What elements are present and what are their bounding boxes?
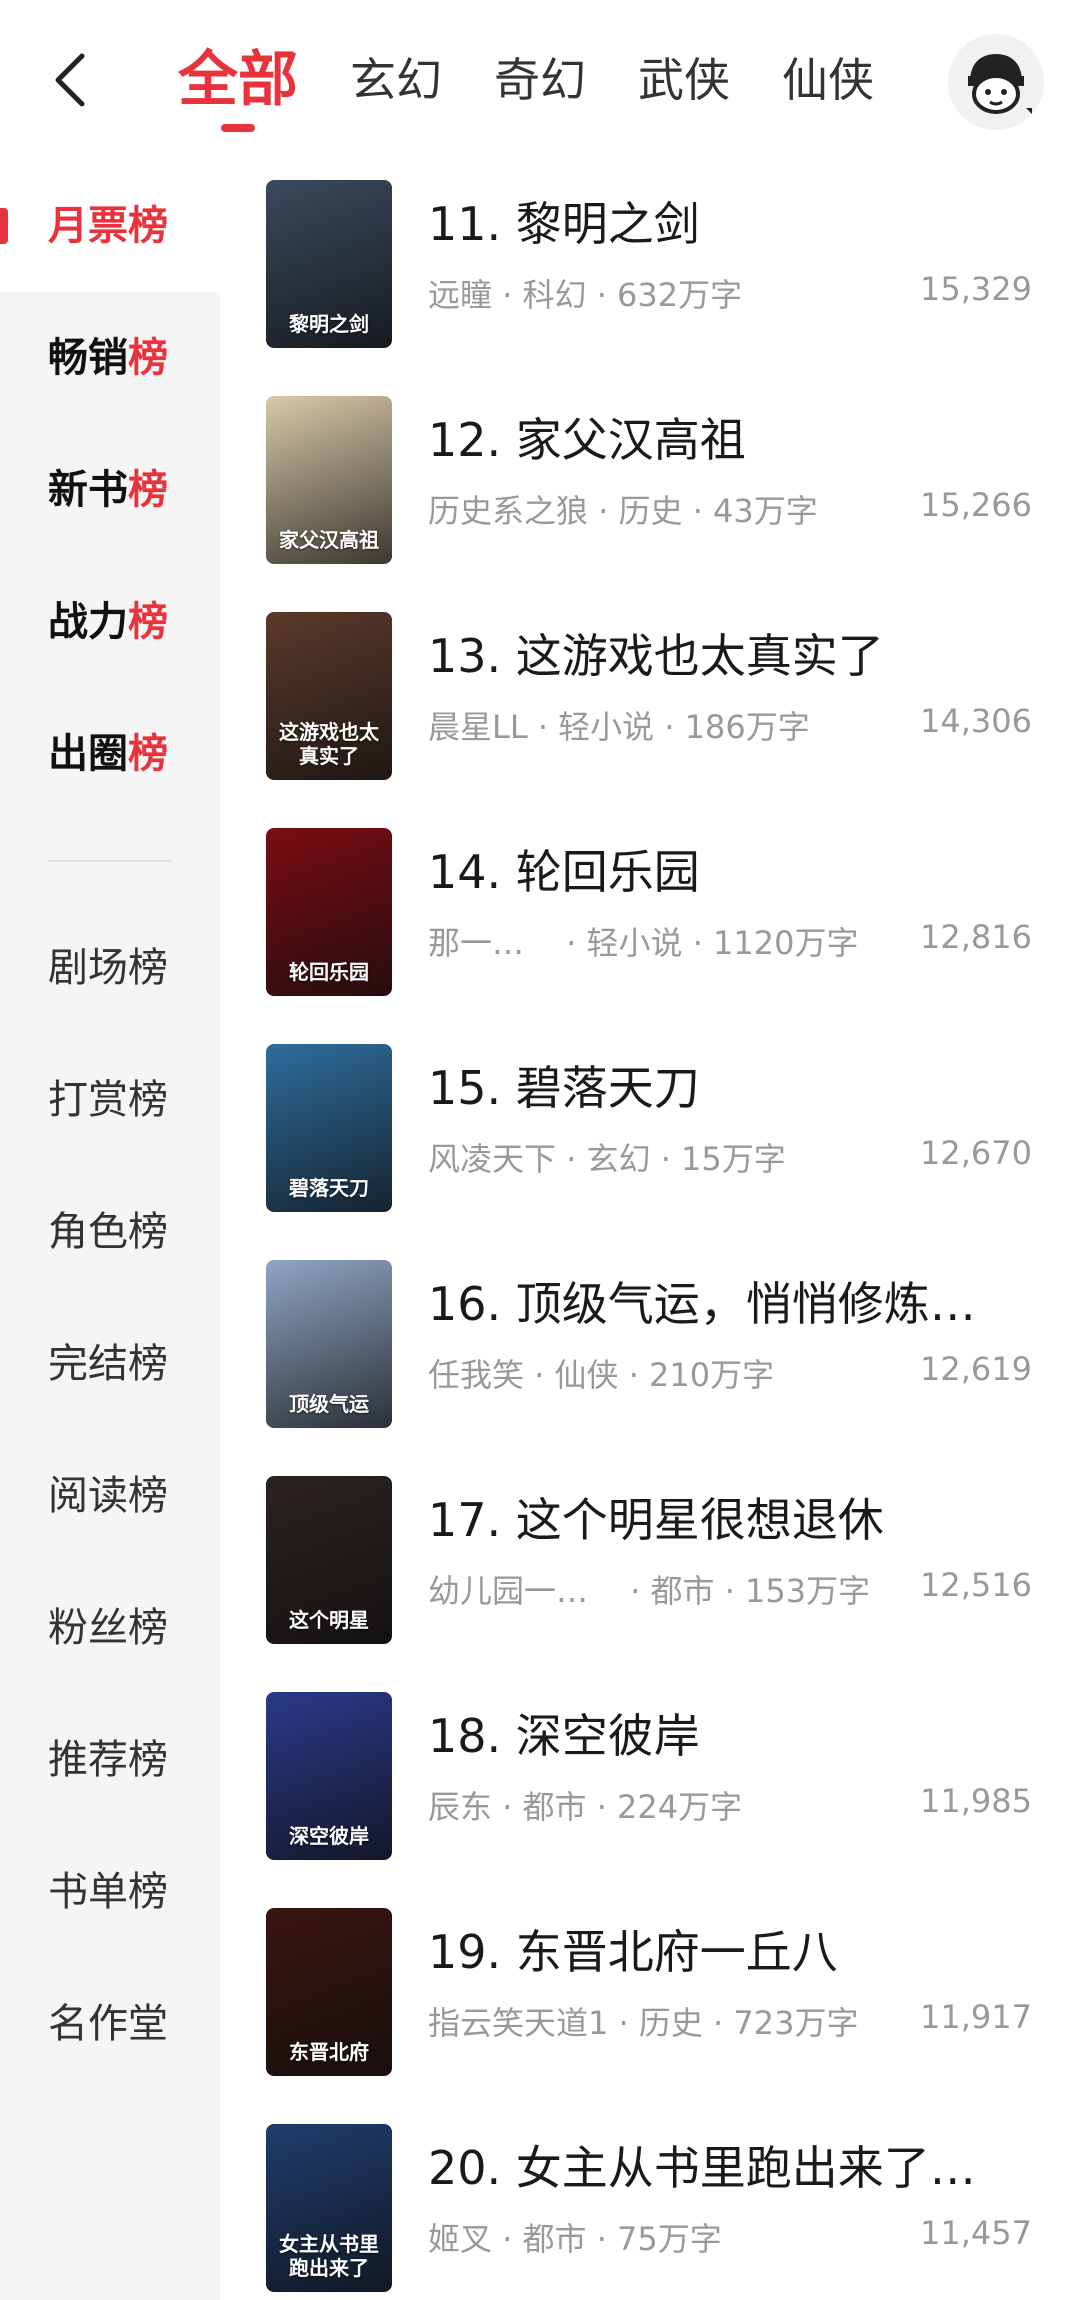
book-meta: 姬叉 · 都市 · 75万字: [428, 2220, 722, 2258]
ticket-count: 11,985: [920, 1782, 1032, 1820]
cover-title: 轮回乐园: [289, 960, 369, 984]
back-button[interactable]: [20, 40, 120, 120]
sidebar-item-label-tail: 榜: [128, 731, 168, 777]
sidebar-item-label-tail: 榜: [128, 203, 168, 249]
ticket-count: 12,816: [920, 918, 1032, 956]
book-title: 13. 这游戏也太真实了: [428, 629, 884, 683]
book-cover[interactable]: 顶级气运: [266, 1260, 392, 1428]
book-cover[interactable]: 深空彼岸: [266, 1692, 392, 1860]
ranking-page: 全部 玄幻 奇幻 武侠 仙侠 月票榜 畅销榜 新书榜 战力榜 出圈榜 剧场榜 打…: [0, 0, 1080, 2300]
ticket-count: 12,670: [920, 1134, 1032, 1172]
book-meta: 幼儿园一… · 都市 · 153万字: [428, 1572, 871, 1610]
book-title: 15. 碧落天刀: [428, 1061, 700, 1115]
sidebar-item-booklist[interactable]: 书单榜: [0, 1826, 220, 1958]
list-item[interactable]: 顶级气运 16. 顶级气运，悄悄修炼… 任我笑 · 仙侠 · 210万字 12,…: [220, 1250, 1080, 1466]
book-cover[interactable]: 东晋北府: [266, 1908, 392, 2076]
sidebar-item-label: 畅销: [48, 335, 128, 381]
sidebar-item-fans[interactable]: 粉丝榜: [0, 1562, 220, 1694]
list-item[interactable]: 碧落天刀 15. 碧落天刀 风凌天下 · 玄幻 · 15万字 12,670: [220, 1034, 1080, 1250]
sidebar-item-new-books[interactable]: 新书榜: [0, 424, 220, 556]
list-item[interactable]: 女主从书里跑出来了 20. 女主从书里跑出来了… 姬叉 · 都市 · 75万字 …: [220, 2114, 1080, 2300]
book-meta: 任我笑 · 仙侠 · 210万字: [428, 1356, 775, 1394]
list-item[interactable]: 轮回乐园 14. 轮回乐园 那一… · 轻小说 · 1120万字 12,816: [220, 818, 1080, 1034]
list-item[interactable]: 这个明星 17. 这个明星很想退休 幼儿园一… · 都市 · 153万字 12,…: [220, 1466, 1080, 1682]
book-title: 11. 黎明之剑: [428, 197, 700, 251]
book-title: 12. 家父汉高祖: [428, 413, 746, 467]
sidebar-item-label-tail: 榜: [128, 467, 168, 513]
cover-title: 女主从书里跑出来了: [279, 2232, 379, 2280]
cover-title: 深空彼岸: [289, 1824, 369, 1848]
ticket-count: 12,619: [920, 1350, 1032, 1388]
book-cover[interactable]: 这游戏也太真实了: [266, 612, 392, 780]
book-cover[interactable]: 碧落天刀: [266, 1044, 392, 1212]
sidebar-item-characters[interactable]: 角色榜: [0, 1166, 220, 1298]
sidebar-item-label: 新书: [48, 467, 128, 513]
tab-qihuan[interactable]: 奇幻: [494, 30, 586, 130]
ticket-count: 15,266: [920, 486, 1032, 524]
user-avatar-icon: [968, 54, 1032, 114]
chevron-left-icon: [55, 53, 85, 107]
book-cover[interactable]: 家父汉高祖: [266, 396, 392, 564]
cover-title: 碧落天刀: [289, 1176, 369, 1200]
book-meta: 远瞳 · 科幻 · 632万字: [428, 276, 743, 314]
tab-wuxia[interactable]: 武侠: [638, 30, 730, 130]
tab-xianxia[interactable]: 仙侠: [782, 30, 874, 130]
list-item[interactable]: 东晋北府 19. 东晋北府一丘八 指云笑天道1 · 历史 · 723万字 11,…: [220, 1898, 1080, 2114]
sidebar-item-breakout[interactable]: 出圈榜: [0, 688, 220, 820]
book-title: 16. 顶级气运，悄悄修炼…: [428, 1277, 976, 1331]
ticket-count: 14,306: [920, 702, 1032, 740]
book-meta: 那一… · 轻小说 · 1120万字: [428, 924, 859, 962]
sidebar-item-completed[interactable]: 完结榜: [0, 1298, 220, 1430]
sidebar-item-label: 出圈: [48, 731, 128, 777]
book-cover[interactable]: 女主从书里跑出来了: [266, 2124, 392, 2292]
sidebar-item-theater[interactable]: 剧场榜: [0, 902, 220, 1034]
ticket-count: 11,917: [920, 1998, 1032, 2036]
book-title: 19. 东晋北府一丘八: [428, 1925, 838, 1979]
cover-title: 东晋北府: [289, 2040, 369, 2064]
sidebar-item-hall-of-fame[interactable]: 名作堂: [0, 1958, 220, 2090]
user-avatar[interactable]: [948, 34, 1044, 130]
ticket-count: 11,457: [920, 2214, 1032, 2252]
list-item[interactable]: 这游戏也太真实了 13. 这游戏也太真实了 晨星LL · 轻小说 · 186万字…: [220, 602, 1080, 818]
sidebar-item-label: 战力: [48, 599, 128, 645]
sidebar-item-power[interactable]: 战力榜: [0, 556, 220, 688]
book-title: 14. 轮回乐园: [428, 845, 700, 899]
book-cover[interactable]: 轮回乐园: [266, 828, 392, 996]
book-cover[interactable]: 这个明星: [266, 1476, 392, 1644]
list-item[interactable]: 家父汉高祖 12. 家父汉高祖 历史系之狼 · 历史 · 43万字 15,266: [220, 386, 1080, 602]
tab-all[interactable]: 全部: [178, 30, 298, 132]
book-meta: 风凌天下 · 玄幻 · 15万字: [428, 1140, 786, 1178]
sidebar-item-monthly-ticket[interactable]: 月票榜: [0, 160, 220, 292]
book-meta: 晨星LL · 轻小说 · 186万字: [428, 708, 810, 746]
cover-title: 家父汉高祖: [279, 528, 379, 552]
sidebar-item-tips[interactable]: 打赏榜: [0, 1034, 220, 1166]
cover-title: 顶级气运: [289, 1392, 369, 1416]
sidebar-item-label: 月票: [48, 203, 128, 249]
book-title: 17. 这个明星很想退休: [428, 1493, 884, 1547]
sidebar-item-label-tail: 榜: [128, 599, 168, 645]
sidebar-item-label-tail: 榜: [128, 335, 168, 381]
book-meta: 辰东 · 都市 · 224万字: [428, 1788, 743, 1826]
list-item[interactable]: 黎明之剑 11. 黎明之剑 远瞳 · 科幻 · 632万字 15,329: [220, 170, 1080, 386]
book-title: 18. 深空彼岸: [428, 1709, 700, 1763]
book-meta: 指云笑天道1 · 历史 · 723万字: [428, 2004, 859, 2042]
sidebar-divider: [48, 860, 172, 862]
top-bar: 全部 玄幻 奇幻 武侠 仙侠: [0, 0, 1080, 160]
list-item[interactable]: 深空彼岸 18. 深空彼岸 辰东 · 都市 · 224万字 11,985: [220, 1682, 1080, 1898]
ticket-count: 12,516: [920, 1566, 1032, 1604]
cover-title: 这个明星: [289, 1608, 369, 1632]
sidebar-item-recommend[interactable]: 推荐榜: [0, 1694, 220, 1826]
tab-xuanhuan[interactable]: 玄幻: [350, 30, 442, 130]
book-cover[interactable]: 黎明之剑: [266, 180, 392, 348]
ticket-count: 15,329: [920, 270, 1032, 308]
book-meta: 历史系之狼 · 历史 · 43万字: [428, 492, 818, 530]
book-title: 20. 女主从书里跑出来了…: [428, 2141, 976, 2195]
cover-title: 这游戏也太真实了: [279, 720, 379, 768]
book-list: 黎明之剑 11. 黎明之剑 远瞳 · 科幻 · 632万字 15,329 家父汉…: [220, 160, 1080, 2300]
cover-title: 黎明之剑: [289, 312, 369, 336]
sidebar-item-bestseller[interactable]: 畅销榜: [0, 292, 220, 424]
sidebar-item-reading[interactable]: 阅读榜: [0, 1430, 220, 1562]
category-tabs: 全部 玄幻 奇幻 武侠 仙侠: [178, 30, 926, 140]
ranking-sidebar: 月票榜 畅销榜 新书榜 战力榜 出圈榜 剧场榜 打赏榜 角色榜 完结榜 阅读榜 …: [0, 160, 220, 2300]
